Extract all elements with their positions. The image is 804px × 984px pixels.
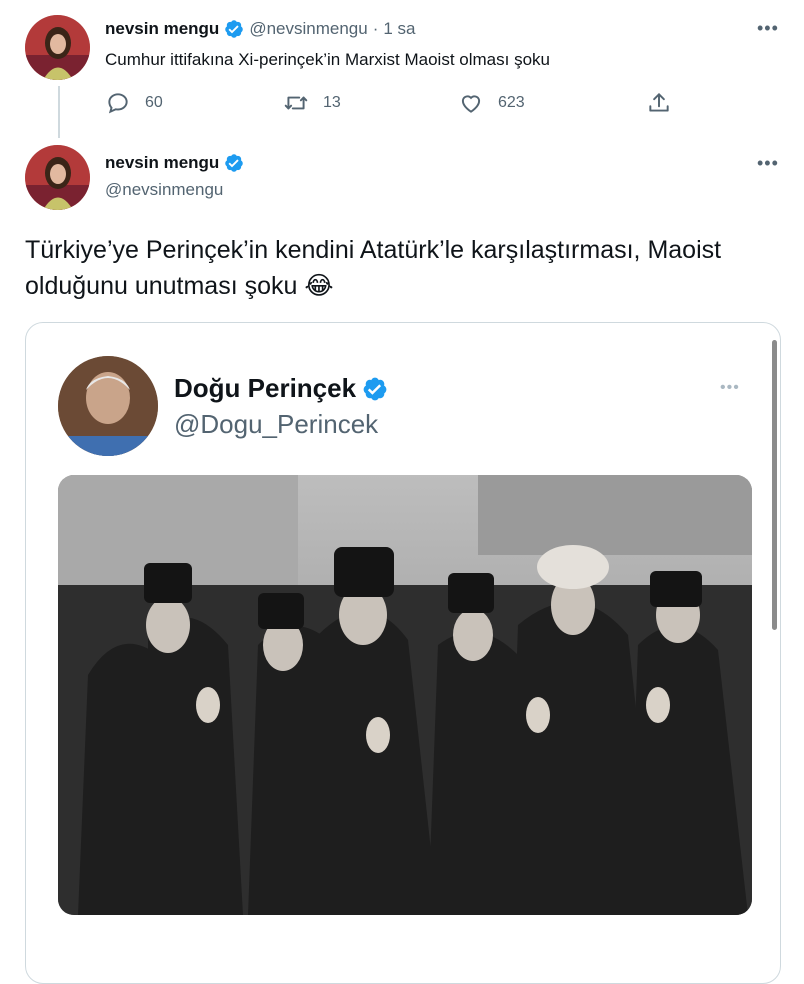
avatar-image (25, 145, 90, 210)
avatar[interactable] (25, 145, 90, 210)
verified-icon (363, 377, 387, 400)
tweet-header: nevsin mengu @nevsinmengu · 1 sa (105, 19, 416, 39)
retweet-count: 13 (323, 94, 341, 111)
tweet-header: nevsin mengu (105, 153, 244, 173)
historic-photo-image (58, 475, 752, 915)
heart-icon (461, 95, 481, 113)
like-count: 623 (498, 94, 525, 111)
share-button[interactable] (646, 90, 672, 116)
verified-icon (225, 20, 244, 38)
reply-button[interactable]: 60 (105, 90, 163, 116)
tweet-photo[interactable] (58, 475, 752, 915)
quoted-tweet-card[interactable]: Doğu Perinçek @Dogu_Perincek ••• (25, 322, 781, 984)
handle[interactable]: @Dogu_Perincek (174, 409, 378, 440)
handle[interactable]: @nevsinmengu (105, 180, 223, 200)
thread-line (58, 86, 60, 138)
reply-count: 60 (145, 94, 163, 111)
separator: · (372, 19, 379, 38)
more-options-icon[interactable]: ••• (757, 18, 779, 39)
retweet-button[interactable]: 13 (283, 90, 341, 116)
reply-icon (108, 93, 128, 114)
tweet-text: Türkiye’ye Perinçek’in kendini Atatürk’l… (25, 236, 722, 300)
avatar[interactable] (58, 356, 158, 456)
scrollbar[interactable] (772, 340, 777, 630)
more-options-icon[interactable]: ••• (757, 153, 779, 174)
avatar[interactable] (25, 15, 90, 80)
tweet-text: Cumhur ittifakına Xi-perinçek’in Marxist… (105, 50, 550, 69)
more-options-icon[interactable]: ••• (720, 379, 740, 397)
handle[interactable]: @nevsinmengu (249, 19, 367, 39)
quoted-header: Doğu Perinçek (174, 373, 388, 404)
display-name[interactable]: nevsin mengu (105, 19, 219, 39)
like-button[interactable]: 623 (458, 90, 525, 116)
retweet-icon (284, 96, 308, 110)
display-name[interactable]: Doğu Perinçek (174, 373, 356, 404)
display-name[interactable]: nevsin mengu (105, 153, 219, 173)
timestamp[interactable]: 1 sa (383, 19, 415, 39)
share-icon (649, 93, 669, 112)
avatar-image (58, 356, 158, 456)
avatar-image (25, 15, 90, 80)
verified-icon (225, 154, 244, 172)
